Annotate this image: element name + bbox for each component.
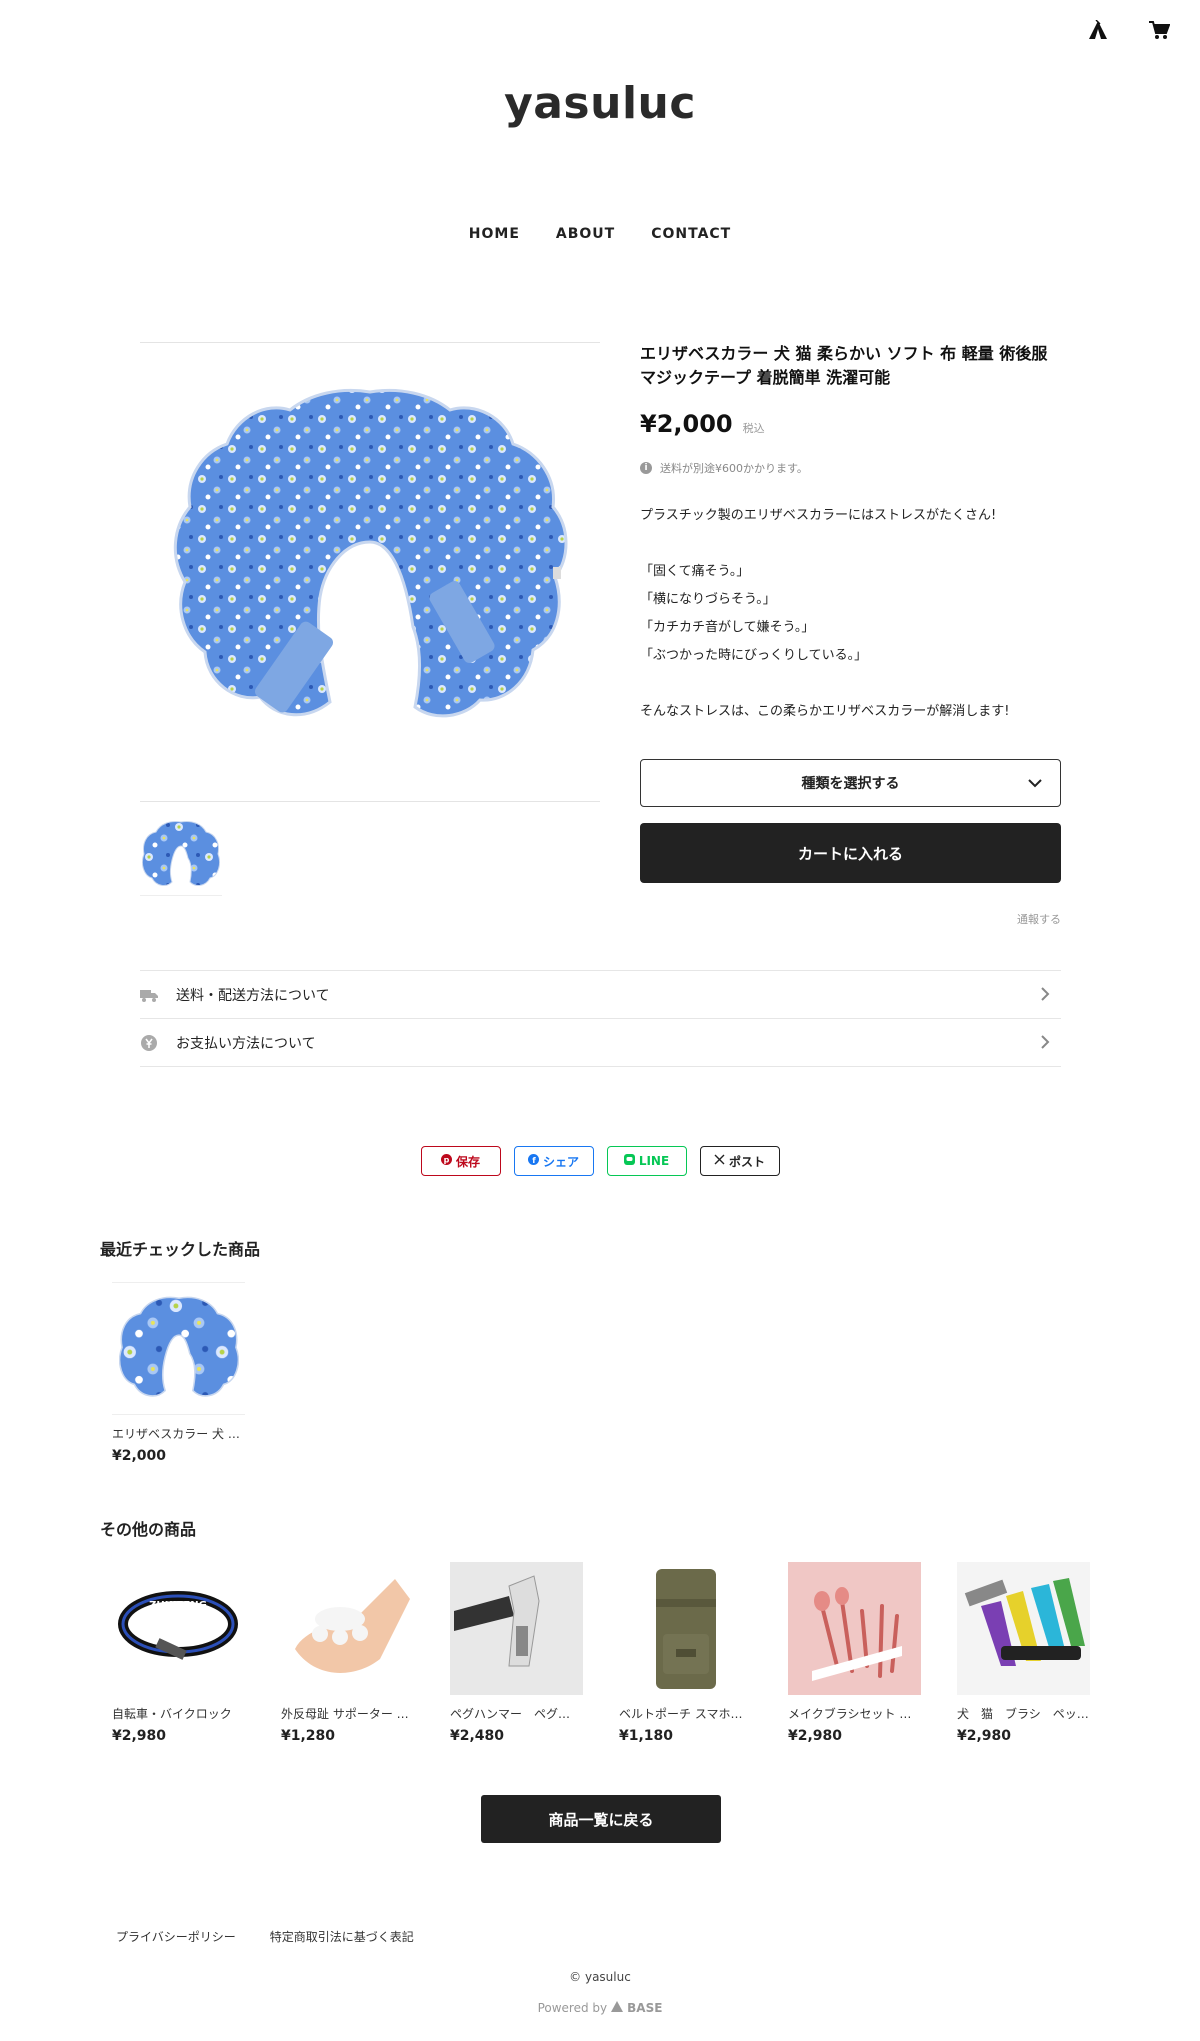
description-line: 「カチカチ音がして嫌そう。」 xyxy=(640,620,815,635)
belt-pouch-image[interactable] xyxy=(619,1562,752,1695)
truck-icon xyxy=(140,986,158,1004)
product-card[interactable]: ペグハンマー ペグ… ¥2,480 xyxy=(450,1562,583,1744)
description-line: 「ぶつかった時にびっくりしている。」 xyxy=(640,648,868,663)
product-name[interactable]: 自転車・バイクロック xyxy=(112,1705,245,1722)
product-thumbnail[interactable] xyxy=(140,814,222,896)
product-name[interactable]: 犬 猫 ブラシ ペッ… xyxy=(957,1705,1090,1722)
facebook-share-button[interactable]: f シェア xyxy=(513,1146,594,1176)
tax-label: 税込 xyxy=(742,422,765,435)
x-post-button[interactable]: ポスト xyxy=(699,1146,780,1176)
facebook-icon: f xyxy=(527,1154,539,1168)
nav-home[interactable]: HOME xyxy=(469,226,520,242)
nav-contact[interactable]: CONTACT xyxy=(651,226,731,242)
svg-text:p: p xyxy=(444,1156,450,1165)
shop-logo[interactable]: yasuluc xyxy=(0,78,1200,129)
svg-text:ZHUIFENG: ZHUIFENG xyxy=(149,1600,207,1611)
chevron-right-icon xyxy=(1039,985,1051,1007)
line-label: LINE xyxy=(638,1154,670,1168)
product-name[interactable]: 外反母趾 サポーター … xyxy=(281,1705,414,1722)
product-card[interactable]: メイクブラシセット 可… ¥2,980 xyxy=(788,1562,921,1744)
x-icon xyxy=(714,1154,725,1168)
report-link[interactable]: 通報する xyxy=(960,911,1061,927)
product-name[interactable]: ペグハンマー ペグ… xyxy=(450,1705,583,1722)
product-price: ¥2,980 xyxy=(957,1728,1012,1744)
recent-item-price: ¥2,000 xyxy=(112,1448,167,1464)
powered-by[interactable]: Powered by BASE xyxy=(0,2001,1200,2015)
add-to-cart-button[interactable]: カートに入れる xyxy=(640,823,1061,883)
product-price: ¥1,280 xyxy=(281,1728,336,1744)
back-to-list-button[interactable]: 商品一覧に戻る xyxy=(481,1795,721,1843)
collar-image xyxy=(173,388,568,718)
shipping-note: i 送料が別途¥600かかります。 xyxy=(640,460,1060,476)
payment-info-link[interactable]: お支払い方法について xyxy=(140,1018,1061,1066)
pet-brush-image[interactable] xyxy=(957,1562,1090,1695)
line-icon xyxy=(623,1154,635,1168)
cart-icon[interactable] xyxy=(1148,20,1170,40)
pinterest-save-button[interactable]: p 保存 xyxy=(420,1146,501,1176)
product-price: ¥2,980 xyxy=(112,1728,167,1744)
product-price: ¥2,980 xyxy=(788,1728,843,1744)
yen-icon xyxy=(140,1034,158,1052)
commercial-law-link[interactable]: 特定商取引法に基づく表記 xyxy=(270,1928,414,1945)
x-label: ポスト xyxy=(728,1154,765,1169)
pinterest-icon: p xyxy=(440,1154,452,1168)
product-description: プラスチック製のエリザベスカラーにはストレスがたくさん! 「固くて痛そう。」 「… xyxy=(640,502,1060,726)
privacy-policy-link[interactable]: プライバシーポリシー xyxy=(116,1928,236,1945)
product-price: ¥2,480 xyxy=(450,1728,505,1744)
info-icon: i xyxy=(640,462,652,474)
base-logo-icon xyxy=(611,2001,624,2015)
chevron-right-icon xyxy=(1039,1033,1051,1055)
product-card[interactable]: ベルトポーチ スマホ… ¥1,180 xyxy=(619,1562,752,1744)
product-card[interactable]: ZHUIFENG 自転車・バイクロック ¥2,980 xyxy=(112,1562,245,1744)
variant-select[interactable]: 種類を選択する xyxy=(640,759,1061,807)
header-icons xyxy=(1088,20,1170,40)
description-line xyxy=(640,530,1060,558)
facebook-label: シェア xyxy=(542,1154,579,1169)
line-share-button[interactable]: LINE xyxy=(606,1146,687,1176)
product-info: エリザベスカラー 犬 猫 柔らかい ソフト 布 軽量 術後服 マジックテープ 着… xyxy=(640,342,1060,726)
nav-about[interactable]: ABOUT xyxy=(556,226,615,242)
recent-item[interactable]: エリザベスカラー 犬 … ¥2,000 xyxy=(112,1282,245,1464)
shipping-note-text: 送料が別途¥600かかります。 xyxy=(660,462,808,475)
makeup-brush-image[interactable] xyxy=(788,1562,921,1695)
recent-item-image[interactable] xyxy=(112,1282,245,1415)
bike-lock-image[interactable]: ZHUIFENG xyxy=(112,1562,245,1695)
variant-select-label: 種類を選択する xyxy=(801,776,900,792)
description-line: プラスチック製のエリザベスカラーにはストレスがたくさん! xyxy=(640,508,997,523)
other-products-list: ZHUIFENG 自転車・バイクロック ¥2,980 外反母趾 サポーター … … xyxy=(112,1562,1090,1744)
copyright: © yasuluc xyxy=(569,1970,631,1984)
base-tent-icon[interactable] xyxy=(1088,20,1108,40)
description-line xyxy=(640,670,1060,698)
product-name[interactable]: ベルトポーチ スマホ… xyxy=(619,1705,752,1722)
product-title: エリザベスカラー 犬 猫 柔らかい ソフト 布 軽量 術後服 マジックテープ 着… xyxy=(640,344,1048,387)
share-buttons: p 保存 f シェア LINE ポスト xyxy=(0,1146,1200,1176)
product-price: ¥1,180 xyxy=(619,1728,674,1744)
payment-info-label: お支払い方法について xyxy=(176,1035,316,1052)
pinterest-label: 保存 xyxy=(455,1154,480,1169)
product-card[interactable]: 外反母趾 サポーター … ¥1,280 xyxy=(281,1562,414,1744)
product-main-image[interactable] xyxy=(140,342,600,802)
recent-item-name[interactable]: エリザベスカラー 犬 … xyxy=(112,1425,245,1442)
description-line: 「横になりづらそう。」 xyxy=(640,592,776,607)
svg-text:f: f xyxy=(532,1156,536,1165)
description-line: そんなストレスは、この柔らかエリザベスカラーが解消します! xyxy=(640,704,1010,719)
powered-by-label: Powered by xyxy=(537,2001,608,2015)
main-nav: HOME ABOUT CONTACT xyxy=(0,226,1200,242)
product-name[interactable]: メイクブラシセット 可… xyxy=(788,1705,921,1722)
description-line: 「固くて痛そう。」 xyxy=(640,564,750,579)
product-price: ¥2,000 xyxy=(640,410,733,438)
chevron-down-icon xyxy=(1026,774,1044,796)
others-section-title: その他の商品 xyxy=(100,1520,197,1539)
peg-hammer-image[interactable] xyxy=(450,1562,583,1695)
powered-by-brand: BASE xyxy=(627,2001,663,2015)
footer-links: プライバシーポリシー 特定商取引法に基づく表記 xyxy=(116,1928,414,1945)
shipping-info-label: 送料・配送方法について xyxy=(176,987,330,1004)
product-card[interactable]: 犬 猫 ブラシ ペッ… ¥2,980 xyxy=(957,1562,1090,1744)
toe-separator-image[interactable] xyxy=(281,1562,414,1695)
recent-section-title: 最近チェックした商品 xyxy=(100,1240,261,1259)
price-row: ¥2,000 税込 xyxy=(640,410,1060,438)
divider xyxy=(140,1066,1061,1067)
shipping-info-link[interactable]: 送料・配送方法について xyxy=(140,970,1061,1018)
